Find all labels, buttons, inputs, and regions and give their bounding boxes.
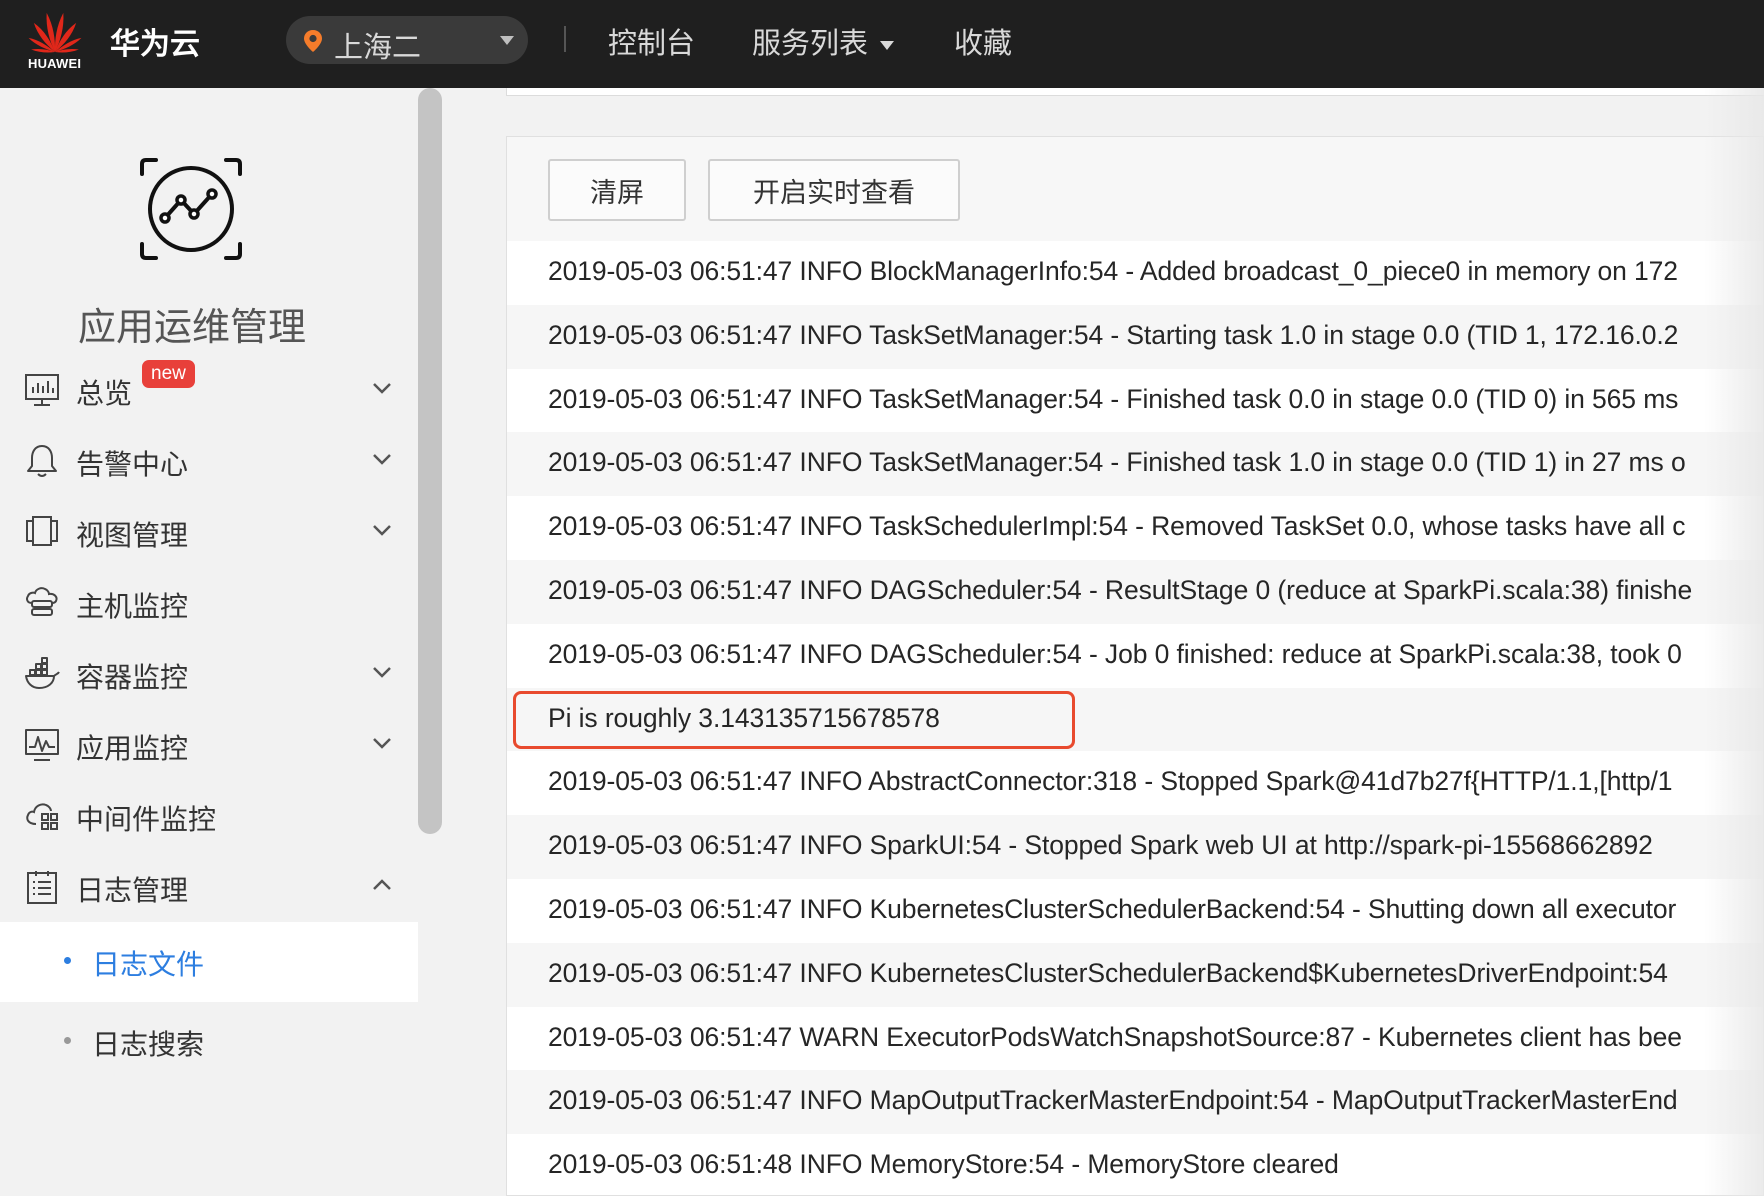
log-text: 2019-05-03 06:51:47 INFO TaskSetManager:… [548, 319, 1679, 350]
log-toolbar: 清屏 开启实时查看 [507, 137, 1763, 241]
container-icon [25, 657, 60, 689]
log-text: 2019-05-03 06:51:47 INFO DAGScheduler:54… [548, 638, 1682, 669]
log-text: 2019-05-03 06:51:47 INFO KubernetesClust… [548, 957, 1668, 988]
app-title: 应用运维管理 [77, 307, 306, 349]
caret-down-icon [880, 40, 895, 50]
table-bottom-edge [506, 88, 1764, 96]
sidebar-scrollbar[interactable] [418, 88, 442, 848]
nav-divider [564, 26, 566, 52]
chevron-down-icon [373, 383, 391, 394]
region-label: 上海二 [334, 32, 422, 64]
log-row: 2019-05-03 06:51:47 INFO MapOutputTracke… [507, 1070, 1763, 1135]
chevron-up-icon [373, 879, 391, 890]
sidebar-item-label: 视图管理 [76, 520, 189, 551]
aom-app-icon [140, 158, 242, 260]
log-row: 2019-05-03 06:51:47 INFO SparkUI:54 - St… [507, 815, 1763, 879]
log-row: 2019-05-03 06:51:47 INFO KubernetesClust… [507, 878, 1763, 943]
caret-down-icon [500, 36, 514, 45]
log-row: 2019-05-03 06:51:47 INFO KubernetesClust… [507, 942, 1763, 1007]
sidebar-item-label: 容器监控 [76, 662, 189, 693]
sidebar-item-label: 日志管理 [76, 875, 189, 906]
region-selector[interactable]: 上海二 [286, 16, 528, 64]
log-icon [27, 871, 57, 904]
chevron-down-icon [373, 525, 391, 536]
app-monitor-icon [25, 729, 59, 761]
log-row: 2019-05-03 06:51:47 INFO BlockManagerInf… [507, 241, 1763, 305]
sidebar-item-container-monitoring[interactable]: 容器监控 [0, 638, 418, 710]
main-content: 清屏 开启实时查看 2019-05-03 06:51:47 INFO Block… [506, 88, 1764, 1196]
chevron-down-icon [373, 738, 391, 749]
log-row: 2019-05-03 06:51:47 INFO TaskSetManager:… [507, 432, 1763, 497]
sidebar-item-label: 总览 [76, 378, 133, 409]
log-row: 2019-05-03 06:51:47 INFO TaskSetManager:… [507, 304, 1763, 369]
log-row: 2019-05-03 06:51:47 INFO TaskSetManager:… [507, 368, 1763, 433]
log-text: 2019-05-03 06:51:47 INFO TaskSchedulerIm… [548, 511, 1686, 542]
bell-icon [27, 445, 57, 477]
sidebar-item-overview[interactable]: 总览 new [0, 354, 418, 426]
nav-console-link[interactable]: 控制台 [608, 20, 695, 62]
location-pin-icon [304, 30, 322, 52]
huawei-logo[interactable]: HUAWEI [22, 8, 88, 71]
sidebar-item-log-management[interactable]: 日志管理 [0, 851, 418, 923]
log-text: 2019-05-03 06:51:47 INFO KubernetesClust… [548, 893, 1677, 924]
dashboard-icon [25, 374, 59, 406]
sidebar-item-label: 告警中心 [76, 449, 189, 480]
host-icon [26, 587, 58, 616]
log-row: 2019-05-03 06:51:47 INFO AbstractConnect… [507, 751, 1763, 816]
sidebar-subitem-label: 日志文件 [92, 949, 205, 980]
log-list[interactable]: 2019-05-03 06:51:47 INFO BlockManagerInf… [507, 241, 1763, 1195]
sidebar-item-host-monitoring[interactable]: 主机监控 [0, 567, 418, 639]
sidebar-subitem-log-files[interactable]: 日志文件 [0, 922, 418, 1002]
middleware-icon [26, 803, 58, 830]
log-row: 2019-05-03 06:51:48 INFO MemoryStore:54 … [507, 1134, 1763, 1195]
logo-text: HUAWEI [28, 56, 82, 71]
log-viewer-panel: 清屏 开启实时查看 2019-05-03 06:51:47 INFO Block… [506, 136, 1764, 1196]
nav-favorites-link[interactable]: 收藏 [954, 20, 1012, 62]
sidebar-item-label: 应用监控 [76, 733, 189, 764]
log-text: 2019-05-03 06:51:47 INFO AbstractConnect… [548, 766, 1673, 797]
log-row: 2019-05-03 06:51:47 INFO DAGScheduler:54… [507, 559, 1763, 624]
log-row: 2019-05-03 06:51:47 INFO DAGScheduler:54… [507, 623, 1763, 688]
sidebar-item-alarm-center[interactable]: 告警中心 [0, 425, 418, 497]
highlight-annotation-box [513, 690, 1075, 749]
log-text: 2019-05-03 06:51:47 INFO SparkUI:54 - St… [548, 830, 1653, 861]
nav-services-menu[interactable]: 服务列表 [752, 20, 895, 62]
log-text: 2019-05-03 06:51:48 INFO MemoryStore:54 … [548, 1149, 1339, 1180]
bullet-dot [64, 1037, 71, 1044]
sidebar-item-label: 中间件监控 [76, 804, 217, 835]
log-row-highlighted: Pi is roughly 3.143135715678578 [507, 687, 1763, 752]
log-text: 2019-05-03 06:51:47 WARN ExecutorPodsWat… [548, 1021, 1682, 1052]
sidebar-scrollbar-thumb[interactable] [418, 88, 442, 834]
new-badge: new [142, 360, 195, 388]
sidebar-subitem-label: 日志搜索 [92, 1029, 205, 1060]
brand-name[interactable]: 华为云 [110, 19, 200, 63]
chevron-down-icon [373, 454, 391, 465]
log-row: 2019-05-03 06:51:47 WARN ExecutorPodsWat… [507, 1006, 1763, 1071]
top-navigation-bar: HUAWEI 华为云 上海二 控制台 服务列表 收藏 [0, 0, 1764, 88]
sidebar-item-app-monitoring[interactable]: 应用监控 [0, 709, 418, 781]
bullet-dot [64, 957, 71, 964]
view-icon [26, 516, 58, 546]
sidebar-subitem-log-search[interactable]: 日志搜索 [0, 1002, 418, 1082]
sidebar-item-view-management[interactable]: 视图管理 [0, 496, 418, 568]
huawei-flower-icon [28, 12, 82, 53]
log-row: 2019-05-03 06:51:47 INFO TaskSchedulerIm… [507, 496, 1763, 560]
log-text: 2019-05-03 06:51:47 INFO TaskSetManager:… [548, 383, 1679, 414]
live-view-button[interactable]: 开启实时查看 [708, 159, 960, 221]
log-text: 2019-05-03 06:51:47 INFO DAGScheduler:54… [548, 574, 1693, 605]
chevron-down-icon [373, 667, 391, 678]
sidebar: 应用运维管理 总览 new 告警中心 视图管理 主机监控 容器监控 应用监控 中… [0, 88, 418, 1196]
clear-screen-button[interactable]: 清屏 [548, 159, 686, 221]
log-text: 2019-05-03 06:51:47 INFO BlockManagerInf… [548, 256, 1678, 286]
nav-services-label: 服务列表 [752, 28, 869, 60]
sidebar-item-middleware-monitoring[interactable]: 中间件监控 [0, 780, 418, 852]
log-text: 2019-05-03 06:51:47 INFO MapOutputTracke… [548, 1085, 1678, 1116]
sidebar-item-label: 主机监控 [76, 591, 189, 622]
log-text: 2019-05-03 06:51:47 INFO TaskSetManager:… [548, 447, 1686, 478]
